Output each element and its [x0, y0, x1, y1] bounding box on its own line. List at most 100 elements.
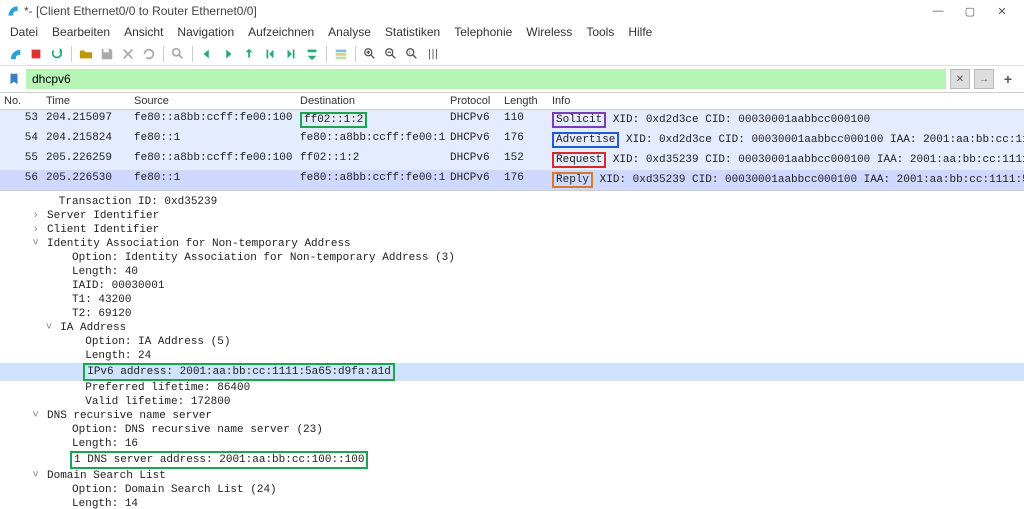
close-file-icon[interactable] — [119, 45, 137, 63]
detail-line[interactable]: Transaction ID: 0xd35239 — [0, 195, 1024, 209]
detail-line[interactable]: Length: 24 — [0, 349, 1024, 363]
cell: Reply XID: 0xd35239 CID: 00030001aabbcc0… — [548, 170, 1024, 190]
app-icon — [6, 4, 20, 18]
menu-tools[interactable]: Tools — [580, 23, 620, 41]
cell: DHCPv6 — [446, 110, 500, 130]
cell: fe80::1 — [130, 170, 296, 190]
close-button[interactable]: ✕ — [986, 0, 1018, 22]
cell: 176 — [500, 130, 548, 150]
cell: 53 — [0, 110, 42, 130]
detail-line[interactable]: 1 DNS server address: 2001:aa:bb:cc:100:… — [0, 451, 1024, 469]
menu-bearbeiten[interactable]: Bearbeiten — [46, 23, 116, 41]
detail-line[interactable]: IPv6 address: 2001:aa:bb:cc:1111:5a65:d9… — [0, 363, 1024, 381]
restart-capture-icon[interactable] — [48, 45, 66, 63]
cell: Solicit XID: 0xd2d3ce CID: 00030001aabbc… — [548, 110, 1024, 130]
col-header[interactable]: Info — [548, 93, 1024, 109]
packet-details[interactable]: Transaction ID: 0xd35239 › Server Identi… — [0, 191, 1024, 509]
window-title: *- [Client Ethernet0/0 to Router Etherne… — [24, 4, 922, 18]
display-filter-bar: ✕ → + — [0, 66, 1024, 92]
menu-datei[interactable]: Datei — [4, 23, 44, 41]
go-first-icon[interactable] — [261, 45, 279, 63]
stop-capture-icon[interactable] — [27, 45, 45, 63]
detail-line[interactable]: T2: 69120 — [0, 307, 1024, 321]
detail-line[interactable]: IAID: 00030001 — [0, 279, 1024, 293]
detail-line[interactable]: ˅ IA Address — [0, 321, 1024, 335]
cell: fe80::a8bb:ccff:fe00:100 — [130, 110, 296, 130]
open-file-icon[interactable] — [77, 45, 95, 63]
resize-cols-icon[interactable] — [424, 45, 442, 63]
menu-wireless[interactable]: Wireless — [520, 23, 578, 41]
cell: Request XID: 0xd35239 CID: 00030001aabbc… — [548, 150, 1024, 170]
maximize-button[interactable]: ▢ — [954, 0, 986, 22]
detail-line[interactable]: › Server Identifier — [0, 209, 1024, 223]
cell: 54 — [0, 130, 42, 150]
detail-line[interactable]: › Client Identifier — [0, 223, 1024, 237]
col-header[interactable]: Destination — [296, 93, 446, 109]
find-icon[interactable] — [169, 45, 187, 63]
display-filter-input[interactable] — [26, 69, 946, 89]
clear-filter-button[interactable]: ✕ — [950, 69, 970, 89]
zoom-reset-icon[interactable]: 1 — [403, 45, 421, 63]
title-bar: *- [Client Ethernet0/0 to Router Etherne… — [0, 0, 1024, 22]
detail-line[interactable]: Preferred lifetime: 86400 — [0, 381, 1024, 395]
detail-line[interactable]: Option: IA Address (5) — [0, 335, 1024, 349]
packet-list[interactable]: No.TimeSourceDestinationProtocolLengthIn… — [0, 92, 1024, 191]
menu-ansicht[interactable]: Ansicht — [118, 23, 169, 41]
cell: ff02::1:2 — [296, 110, 446, 130]
zoom-in-icon[interactable] — [361, 45, 379, 63]
menu-analyse[interactable]: Analyse — [322, 23, 377, 41]
detail-line[interactable]: ˅ Identity Association for Non-temporary… — [0, 237, 1024, 251]
packet-row[interactable]: 55205.226259fe80::a8bb:ccff:fe00:100ff02… — [0, 150, 1024, 170]
cell: 204.215824 — [42, 130, 130, 150]
detail-line[interactable]: Length: 16 — [0, 437, 1024, 451]
detail-line[interactable]: Option: Domain Search List (24) — [0, 483, 1024, 497]
cell: 176 — [500, 170, 548, 190]
reload-icon[interactable] — [140, 45, 158, 63]
menu-bar: DateiBearbeitenAnsichtNavigationAufzeich… — [0, 22, 1024, 42]
menu-statistiken[interactable]: Statistiken — [379, 23, 446, 41]
packet-row[interactable]: 54204.215824fe80::1fe80::a8bb:ccff:fe00:… — [0, 130, 1024, 150]
cell: DHCPv6 — [446, 150, 500, 170]
cell: ff02::1:2 — [296, 150, 446, 170]
col-header[interactable]: Time — [42, 93, 130, 109]
cell: fe80::a8bb:ccff:fe00:100 — [296, 170, 446, 190]
menu-navigation[interactable]: Navigation — [171, 23, 240, 41]
col-header[interactable]: Protocol — [446, 93, 500, 109]
toolbar: 1 — [0, 42, 1024, 66]
cell: 110 — [500, 110, 548, 130]
minimize-button[interactable]: — — [922, 0, 954, 22]
start-capture-icon[interactable] — [6, 45, 24, 63]
detail-line[interactable]: Option: Identity Association for Non-tem… — [0, 251, 1024, 265]
detail-line[interactable]: Length: 14 — [0, 497, 1024, 509]
menu-hilfe[interactable]: Hilfe — [622, 23, 658, 41]
detail-line[interactable]: Option: DNS recursive name server (23) — [0, 423, 1024, 437]
add-filter-button[interactable]: + — [998, 69, 1018, 89]
packet-row[interactable]: 56205.226530fe80::1fe80::a8bb:ccff:fe00:… — [0, 170, 1024, 190]
packet-list-header: No.TimeSourceDestinationProtocolLengthIn… — [0, 93, 1024, 110]
go-back-icon[interactable] — [198, 45, 216, 63]
cell: 204.215097 — [42, 110, 130, 130]
coloring-icon[interactable] — [332, 45, 350, 63]
menu-aufzeichnen[interactable]: Aufzeichnen — [242, 23, 320, 41]
zoom-out-icon[interactable] — [382, 45, 400, 63]
bookmark-filter-icon[interactable] — [6, 71, 22, 87]
col-header[interactable]: Length — [500, 93, 548, 109]
save-file-icon[interactable] — [98, 45, 116, 63]
cell: DHCPv6 — [446, 170, 500, 190]
detail-line[interactable]: Length: 40 — [0, 265, 1024, 279]
jump-icon[interactable] — [240, 45, 258, 63]
col-header[interactable]: No. — [0, 93, 42, 109]
detail-line[interactable]: T1: 43200 — [0, 293, 1024, 307]
detail-line[interactable]: Valid lifetime: 172800 — [0, 395, 1024, 409]
detail-line[interactable]: ˅ Domain Search List — [0, 469, 1024, 483]
autoscroll-icon[interactable] — [303, 45, 321, 63]
packet-row[interactable]: 53204.215097fe80::a8bb:ccff:fe00:100ff02… — [0, 110, 1024, 130]
svg-text:1: 1 — [409, 50, 412, 55]
go-last-icon[interactable] — [282, 45, 300, 63]
col-header[interactable]: Source — [130, 93, 296, 109]
menu-telephonie[interactable]: Telephonie — [448, 23, 518, 41]
apply-filter-button[interactable]: → — [974, 69, 994, 89]
go-forward-icon[interactable] — [219, 45, 237, 63]
detail-line[interactable]: ˅ DNS recursive name server — [0, 409, 1024, 423]
cell: fe80::a8bb:ccff:fe00:100 — [130, 150, 296, 170]
